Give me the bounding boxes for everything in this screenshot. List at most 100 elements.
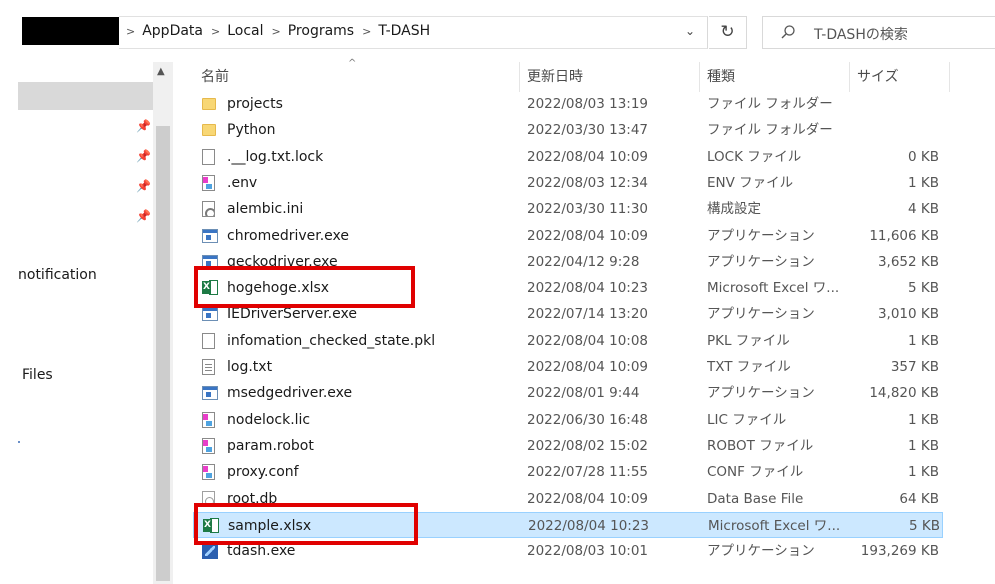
- pin-icon[interactable]: 📌: [136, 119, 151, 133]
- file-date: 2022/06/30 16:48: [527, 411, 649, 428]
- nav-scrollbar[interactable]: ▲: [153, 62, 173, 584]
- file-name: param.robot: [227, 437, 314, 454]
- column-header-date[interactable]: 更新日時: [519, 62, 699, 92]
- file-name: .env: [227, 174, 258, 191]
- file-type: Microsoft Excel ワ...: [708, 517, 841, 534]
- file-size: 1 KB: [908, 464, 939, 481]
- file-size: 1 KB: [908, 174, 939, 191]
- file-row[interactable]: .__log.txt.lock 2022/08/04 10:09 LOCK ファイル…: [193, 144, 943, 170]
- file-row[interactable]: projects 2022/08/03 13:19 ファイル フォルダー: [193, 91, 943, 117]
- file-date: 2022/08/02 15:02: [527, 437, 649, 454]
- file-size: 1 KB: [908, 332, 939, 349]
- column-header-type[interactable]: 種類: [699, 62, 849, 92]
- file-type: ファイル フォルダー: [707, 122, 833, 139]
- file-type: アプリケーション: [707, 385, 815, 402]
- settings-file-icon: [202, 201, 215, 218]
- application-icon: [202, 307, 218, 322]
- breadcrumb-t-dash[interactable]: T-DASH: [378, 23, 430, 39]
- file-date: 2022/08/04 10:09: [527, 490, 649, 507]
- file-date: 2022/03/30 11:30: [527, 201, 649, 218]
- search-icon: [781, 25, 795, 39]
- file-date: 2022/04/12 9:28: [527, 253, 640, 270]
- file-size: 1 KB: [908, 437, 939, 454]
- nav-item-notification[interactable]: notification: [18, 267, 97, 283]
- file-name: .__log.txt.lock: [227, 148, 324, 165]
- breadcrumb-separator: >: [211, 24, 221, 38]
- file-name: proxy.conf: [227, 464, 299, 481]
- file-date: 2022/08/01 9:44: [527, 385, 640, 402]
- file-name: alembic.ini: [227, 201, 304, 218]
- folder-icon: [202, 124, 216, 137]
- pin-icon[interactable]: 📌: [136, 149, 151, 163]
- file-size: 357 KB: [890, 359, 939, 375]
- file-row[interactable]: param.robot 2022/08/02 15:02 ROBOT ファイル 1 K…: [193, 433, 943, 459]
- scroll-up-arrow-icon[interactable]: ▲: [157, 66, 165, 77]
- file-row[interactable]: log.txt 2022/08/04 10:09 TXT ファイル 357 KB: [193, 354, 943, 380]
- breadcrumb-programs[interactable]: Programs: [288, 23, 354, 39]
- file-row[interactable]: Python 2022/03/30 13:47 ファイル フォルダー: [193, 117, 943, 143]
- tdash-app-icon: [202, 543, 218, 560]
- file-date: 2022/07/28 11:55: [527, 464, 649, 481]
- file-size: 5 KB: [909, 517, 940, 534]
- file-date: 2022/08/03 10:01: [527, 543, 649, 560]
- file-size: 1 KB: [908, 411, 939, 428]
- file-type: LIC ファイル: [707, 411, 787, 428]
- file-type: アプリケーション: [707, 306, 815, 323]
- file-name: log.txt: [227, 359, 273, 375]
- file-type: ファイル フォルダー: [707, 96, 833, 112]
- redacted-block: [22, 17, 119, 45]
- highlight-box-sample: [194, 503, 418, 545]
- file-row[interactable]: infomation_checked_state.pkl 2022/08/04 1…: [193, 328, 943, 354]
- file-type: アプリケーション: [707, 227, 815, 244]
- file-size: [853, 91, 939, 117]
- file-date: 2022/08/03 12:34: [527, 174, 649, 191]
- file-row[interactable]: nodelock.lic 2022/06/30 16:48 LIC ファイル 1 KB: [193, 407, 943, 433]
- nav-item-files[interactable]: Files: [22, 367, 53, 383]
- refresh-icon[interactable]: ↻: [709, 16, 747, 49]
- nav-scrollbar-thumb[interactable]: [156, 126, 170, 581]
- address-dropdown-chevron-icon[interactable]: ⌄: [680, 24, 700, 42]
- breadcrumb-appdata[interactable]: AppData: [142, 23, 203, 39]
- file-name: Python: [227, 122, 276, 139]
- breadcrumb-local[interactable]: Local: [227, 23, 263, 39]
- file-date: 2022/03/30 13:47: [527, 122, 649, 139]
- navigation-pane: [0, 62, 153, 584]
- colorful-file-icon: [202, 174, 215, 191]
- file-size: 5 KB: [908, 280, 939, 297]
- file-name: infomation_checked_state.pkl: [227, 332, 436, 349]
- column-header-name[interactable]: 名前: [193, 62, 519, 92]
- file-type: Data Base File: [707, 490, 804, 507]
- column-header-size[interactable]: サイズ: [849, 62, 949, 92]
- column-divider[interactable]: [949, 62, 950, 92]
- file-size: 3,652 KB: [877, 253, 939, 270]
- file-row[interactable]: msedgedriver.exe 2022/08/01 9:44 アプリケーション 1…: [193, 380, 943, 406]
- file-date: 2022/08/04 10:23: [527, 280, 649, 297]
- colorful-file-icon: [202, 437, 215, 454]
- file-size: 11,606 KB: [869, 227, 939, 244]
- file-row[interactable]: proxy.conf 2022/07/28 11:55 CONF ファイル 1 KB: [193, 459, 943, 485]
- breadcrumb-separator: >: [271, 24, 281, 38]
- pin-icon[interactable]: 📌: [136, 179, 151, 193]
- application-icon: [202, 228, 218, 243]
- highlight-box-hogehoge: [194, 266, 415, 308]
- file-row[interactable]: chromedriver.exe 2022/08/04 10:09 アプリケーション…: [193, 223, 943, 249]
- file-type: Microsoft Excel ワ...: [707, 280, 840, 297]
- file-type: ROBOT ファイル: [707, 437, 814, 454]
- file-type: TXT ファイル: [707, 359, 791, 375]
- application-icon: [202, 386, 218, 401]
- file-row[interactable]: .env 2022/08/03 12:34 ENV ファイル 1 KB: [193, 170, 943, 196]
- file-size: 193,269 KB: [860, 543, 939, 560]
- file-type: 構成設定: [707, 201, 761, 218]
- breadcrumb: > AppData > Local > Programs > T-DASH: [124, 23, 436, 39]
- file-date: 2022/07/14 13:20: [527, 306, 649, 323]
- file-type: アプリケーション: [707, 253, 815, 270]
- file-row[interactable]: alembic.ini 2022/03/30 11:30 構成設定 4 KB: [193, 196, 943, 222]
- file-type: ENV ファイル: [707, 174, 794, 191]
- file-size: 14,820 KB: [869, 385, 939, 402]
- pin-icon[interactable]: 📌: [136, 209, 151, 223]
- file-size: 0 KB: [908, 148, 939, 165]
- nav-selected-item[interactable]: [18, 82, 153, 110]
- file-type: LOCK ファイル: [707, 148, 802, 165]
- blank-file-icon: [202, 332, 215, 349]
- breadcrumb-separator: >: [126, 24, 136, 38]
